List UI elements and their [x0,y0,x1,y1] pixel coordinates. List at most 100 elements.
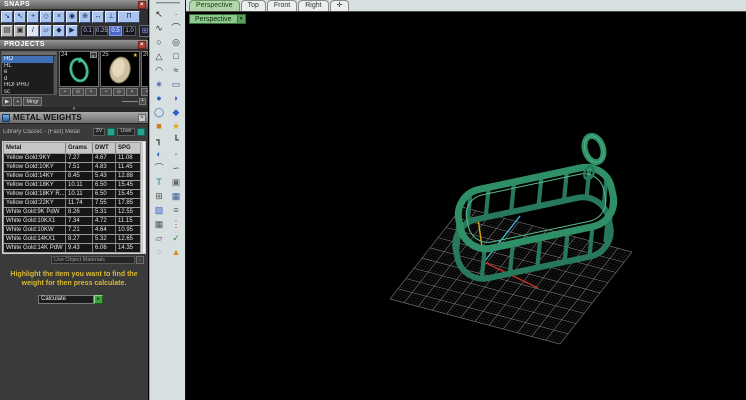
project-manager-button[interactable]: Mngr [23,97,42,106]
toolbar-button[interactable]: ▦ [151,218,167,231]
toolbar-button[interactable]: ▲ [168,246,184,259]
toolbar-button[interactable]: ▣ [168,176,184,189]
viewport-tab[interactable]: Right [298,0,328,11]
toolbar-button[interactable]: ◦ [168,148,184,161]
calculate-button[interactable]: Calculate [38,295,94,304]
close-icon[interactable]: × [138,41,146,49]
toolbar-button[interactable]: ∿ [151,22,167,35]
snap-value-field[interactable]: 1.0 [123,26,136,36]
toolbar-button[interactable]: ◗ [168,92,184,105]
table-row[interactable]: White Gold:9K PdW 8.26 5.31 12.55 [4,208,140,216]
toolbar-button[interactable]: ⌒ [151,162,167,175]
viewport-tab[interactable]: Perspective [189,0,240,11]
thumb-select-button[interactable]: • [100,88,112,96]
library-3v-button[interactable]: 3V [93,128,106,136]
toolbar-button[interactable]: ⋮ [168,218,184,231]
thumb-find-button[interactable]: ⊙ [113,88,125,96]
snap-tool-button[interactable]: ▤ [1,25,13,37]
materials-dropdown[interactable]: Use Object Materials ▪ [51,256,144,264]
viewport-title[interactable]: Perspective [189,14,237,24]
osnap-button[interactable]: + [27,11,39,23]
table-scrollbar[interactable] [142,141,146,254]
dropdown-arrow-icon[interactable]: ▪ [136,256,144,264]
star-icon[interactable]: ★ [133,52,138,59]
snap-value-field[interactable]: 0.1 [81,26,94,36]
table-row[interactable]: Yellow Gold:14KY 8.45 5.43 12.88 [4,172,140,180]
toolbar-button[interactable]: ◐ [151,148,167,161]
snap-tool-button[interactable]: ▱ [40,25,52,37]
slider-track[interactable] [122,101,138,102]
osnap-button[interactable]: ↔ [92,11,104,23]
project-play-button[interactable]: ▶ [2,97,12,106]
toolbar-button[interactable]: ∗ [151,78,167,91]
toolbar-button[interactable]: ▧ [151,204,167,217]
table-row[interactable]: White Gold:14KX1 8.27 5.32 12.65 [4,235,140,243]
close-icon[interactable]: × [138,114,146,122]
osnap-button[interactable]: ⊥ [105,11,117,23]
table-row[interactable]: Yellow Gold:18KY R... 10.11 6.50 15.45 [4,190,140,198]
table-row[interactable]: Yellow Gold:18KY 10.11 6.50 15.45 [4,181,140,189]
table-row[interactable]: Yellow Gold:10KY 7.51 4.83 11.45 [4,163,140,171]
library-user-indicator[interactable] [137,128,145,136]
toolbar-button[interactable]: ⊞ [151,190,167,203]
thumb-delete-button[interactable]: × [126,88,138,96]
materials-dropdown-value[interactable]: Use Object Materials [51,256,135,264]
toolbar-button[interactable]: ∽ [168,162,184,175]
thumb-delete-button[interactable]: × [85,88,97,96]
project-add-button[interactable]: + [13,97,22,106]
table-row[interactable]: White Gold:10KX1 7.34 4.72 11.15 [4,217,140,225]
osnap-button[interactable]: ◇ [40,11,52,23]
thumbnail-25[interactable]: 25 ★ • ⊙ × [100,51,140,96]
thumbnail-size-slider[interactable]: + [122,98,146,105]
thumb-select-button[interactable]: • [59,88,71,96]
osnap-button[interactable]: Π [118,11,140,23]
slider-plus-button[interactable]: + [139,98,146,105]
toolbar-button[interactable]: ┓ [151,134,167,147]
chevron-down-icon[interactable]: ▼ [237,14,246,24]
table-row[interactable]: Yellow Gold:9KY 7.27 4.67 11.08 [4,154,140,162]
viewport-title-dropdown[interactable]: Perspective ▼ [189,14,246,24]
osnap-button[interactable]: ↘ [1,11,13,23]
osnap-button[interactable]: ↖ [14,11,26,23]
toolbar-button[interactable]: ■ [151,120,167,133]
thumbnail-26[interactable]: 26 • ⊙ [141,51,148,96]
thumb-find-button[interactable]: ⊙ [72,88,84,96]
toolbar-button[interactable]: ≈ [168,64,184,77]
toolbar-button[interactable]: ▱ [151,232,167,245]
toolbar-button[interactable]: △ [151,50,167,63]
toolbar-button[interactable]: ○ [151,36,167,49]
toolbar-button[interactable]: ◯ [151,106,167,119]
viewport-tab[interactable]: Top [241,0,266,11]
toolbar-button[interactable]: ┗ [168,134,184,147]
thumb-select-button[interactable]: • [141,88,148,96]
toolbar-drag-handle[interactable] [156,2,180,4]
viewport-tab[interactable]: ✛ [330,0,350,11]
close-icon[interactable]: × [138,1,146,9]
thumbnail-24[interactable]: 24 ▸ • ⊙ × [59,51,99,96]
viewport-tab[interactable]: Front [267,0,297,11]
snap-tool-button[interactable]: ▣ [14,25,26,37]
toolbar-button[interactable]: T [151,176,167,189]
toolbar-button[interactable]: ★ [168,120,184,133]
toolbar-button[interactable]: ✓ [168,232,184,245]
toolbar-button[interactable]: □ [168,50,184,63]
toolbar-button[interactable]: ≡ [168,204,184,217]
toolbar-button[interactable]: ▦ [168,190,184,203]
project-list-scrollbar[interactable] [53,56,56,94]
osnap-button[interactable]: ◉ [66,11,78,23]
toolbar-button[interactable]: ◌ [151,246,167,259]
toolbar-button[interactable]: ● [151,92,167,105]
osnap-button[interactable]: × [53,11,65,23]
pendant-model[interactable] [450,133,618,283]
3d-scene[interactable] [186,12,746,400]
toolbar-button[interactable]: ∙ [168,8,184,21]
table-row[interactable]: White Gold:10KW 7.21 4.64 10.95 [4,226,140,234]
perspective-viewport[interactable]: Perspective ▼ [186,12,746,400]
toolbar-button[interactable]: ↖ [151,8,167,21]
library-user-button[interactable]: User [117,128,135,136]
toolbar-button[interactable]: ◎ [168,36,184,49]
library-3v-indicator[interactable] [107,128,115,136]
snap-tool-button[interactable]: / [27,25,39,37]
thumbnail-play-icon[interactable]: ▸ [90,52,97,58]
toolbar-button[interactable]: ◠ [151,64,167,77]
